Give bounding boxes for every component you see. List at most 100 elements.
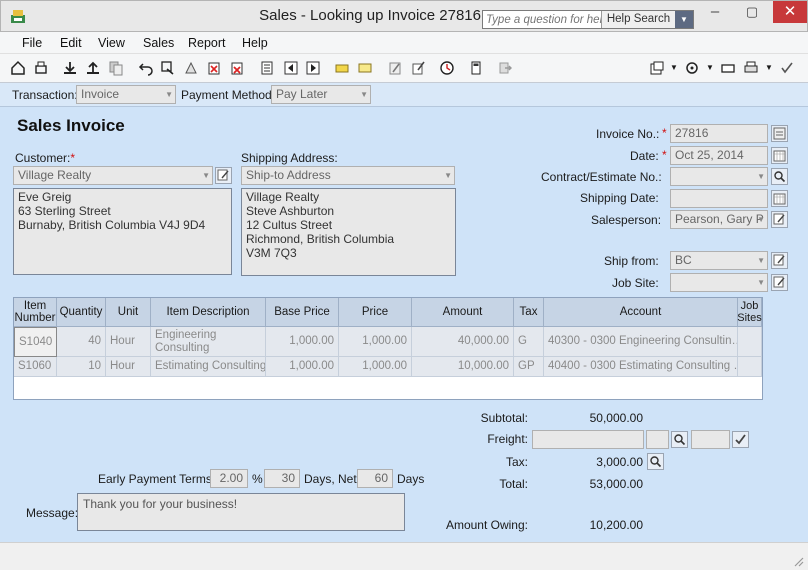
chevron-down-icon[interactable]: ▼ xyxy=(765,63,773,72)
column-header-base-price[interactable]: Base Price xyxy=(266,298,339,327)
quantity-cell[interactable]: 10 xyxy=(57,357,106,377)
item-number-cell[interactable]: S1040 xyxy=(14,327,57,357)
freight-tax-field[interactable] xyxy=(691,430,730,449)
help-search-button[interactable]: Help Search xyxy=(601,11,675,28)
message-field[interactable]: Thank you for your business! xyxy=(77,493,405,531)
account-cell[interactable]: 40400 - 0300 Estimating Consulting … xyxy=(544,357,738,377)
search-icon[interactable] xyxy=(771,168,788,185)
unit-cell[interactable]: Hour xyxy=(106,357,151,377)
tax-cell[interactable]: G xyxy=(514,327,544,357)
window-icon[interactable] xyxy=(648,59,666,77)
menu-sales[interactable]: Sales xyxy=(143,36,174,50)
restore-button[interactable]: ▢ xyxy=(737,1,767,23)
edit-job-site-icon[interactable] xyxy=(771,274,788,291)
job-sites-cell[interactable] xyxy=(738,357,762,377)
edit-salesperson-icon[interactable] xyxy=(771,211,788,228)
contract-estimate-select[interactable]: ▼ xyxy=(670,167,768,186)
save-icon[interactable] xyxy=(61,59,79,77)
checkmark-icon[interactable] xyxy=(778,59,796,77)
refresh-icon[interactable] xyxy=(683,59,701,77)
close-button[interactable]: ✕ xyxy=(773,1,807,23)
printer-icon[interactable] xyxy=(742,59,760,77)
recall-icon[interactable] xyxy=(159,59,177,77)
amount-cell[interactable]: 40,000.00 xyxy=(412,327,514,357)
calendar-icon[interactable] xyxy=(771,147,788,164)
chevron-down-icon[interactable]: ▼ xyxy=(675,11,693,28)
table-row[interactable]: S1040 40 Hour Engineering Consulting 1,0… xyxy=(14,327,762,357)
print-preview-icon[interactable] xyxy=(32,59,50,77)
date-field[interactable]: Oct 25, 2014 xyxy=(670,146,768,165)
job-site-select[interactable]: ▼ xyxy=(670,273,768,292)
column-header-job-sites[interactable]: Job Sites xyxy=(737,298,762,327)
salesperson-select[interactable]: Pearson, Gary P ▼ xyxy=(670,210,768,229)
freight-tax-code-field[interactable] xyxy=(646,430,669,449)
calculator-icon[interactable] xyxy=(467,59,485,77)
edit-customer-icon[interactable] xyxy=(215,167,232,184)
track-icon[interactable] xyxy=(182,59,200,77)
column-header-price[interactable]: Price xyxy=(339,298,412,327)
menu-file[interactable]: File xyxy=(22,36,42,50)
checkmark-icon[interactable] xyxy=(732,431,749,448)
ship-from-select[interactable]: BC ▼ xyxy=(670,251,768,270)
journal-icon[interactable] xyxy=(258,59,276,77)
item-number-cell[interactable]: S1060 xyxy=(14,357,57,377)
lookup-invoice-icon[interactable] xyxy=(771,125,788,142)
menu-report[interactable]: Report xyxy=(188,36,226,50)
edit-ship-from-icon[interactable] xyxy=(771,252,788,269)
previous-icon[interactable] xyxy=(282,59,300,77)
transaction-select[interactable]: Invoice ▼ xyxy=(76,85,176,104)
column-header-item-number[interactable]: Item Number xyxy=(14,298,57,327)
quantity-cell[interactable]: 40 xyxy=(57,327,106,357)
column-header-unit[interactable]: Unit xyxy=(106,298,151,327)
edit-icon[interactable] xyxy=(409,59,427,77)
tax-cell[interactable]: GP xyxy=(514,357,544,377)
next-icon[interactable] xyxy=(304,59,322,77)
base-price-cell[interactable]: 1,000.00 xyxy=(266,357,339,377)
home-icon[interactable] xyxy=(9,59,27,77)
resize-grip-icon[interactable] xyxy=(792,555,804,567)
calendar-icon[interactable] xyxy=(771,190,788,207)
help-question-input[interactable] xyxy=(483,11,601,28)
base-price-cell[interactable]: 1,000.00 xyxy=(266,327,339,357)
price-cell[interactable]: 1,000.00 xyxy=(339,357,412,377)
discount-percent-field[interactable]: 2.00 xyxy=(210,469,248,488)
payment-method-select[interactable]: Pay Later ▼ xyxy=(271,85,371,104)
time-icon[interactable] xyxy=(438,59,456,77)
column-header-tax[interactable]: Tax xyxy=(514,298,544,327)
upload-icon[interactable] xyxy=(84,59,102,77)
chevron-down-icon[interactable]: ▼ xyxy=(670,63,678,72)
menu-view[interactable]: View xyxy=(98,36,125,50)
job-sites-cell[interactable] xyxy=(738,327,762,357)
column-header-account[interactable]: Account xyxy=(544,298,738,327)
shipping-address-select[interactable]: Ship-to Address ▼ xyxy=(241,166,455,185)
net-days-field[interactable]: 60 xyxy=(357,469,393,488)
minimize-button[interactable]: – xyxy=(700,1,730,23)
amount-cell[interactable]: 10,000.00 xyxy=(412,357,514,377)
app-icon[interactable] xyxy=(9,7,27,28)
delete-icon[interactable] xyxy=(228,59,246,77)
email-icon[interactable] xyxy=(356,59,374,77)
description-cell[interactable]: Estimating Consulting xyxy=(151,357,266,377)
customer-address[interactable]: Eve Greig 63 Sterling Street Burnaby, Br… xyxy=(13,188,232,275)
export-icon[interactable] xyxy=(496,59,514,77)
remove-icon[interactable] xyxy=(205,59,223,77)
shipping-date-field[interactable] xyxy=(670,189,768,208)
invoice-no-field[interactable]: 27816 xyxy=(670,124,768,143)
menu-edit[interactable]: Edit xyxy=(60,36,82,50)
account-cell[interactable]: 40300 - 0300 Engineering Consultin… xyxy=(544,327,738,357)
column-header-amount[interactable]: Amount xyxy=(412,298,514,327)
search-icon[interactable] xyxy=(671,431,688,448)
undo-icon[interactable] xyxy=(137,59,155,77)
cards-icon[interactable] xyxy=(719,59,737,77)
chevron-down-icon[interactable]: ▼ xyxy=(706,63,714,72)
copy-icon[interactable] xyxy=(107,59,125,77)
discount-days-field[interactable]: 30 xyxy=(264,469,300,488)
freight-amount-field[interactable] xyxy=(532,430,644,449)
table-row[interactable]: S1060 10 Hour Estimating Consulting 1,00… xyxy=(14,357,762,377)
shipping-address[interactable]: Village Realty Steve Ashburton 12 Cultus… xyxy=(241,188,456,276)
customer-select[interactable]: Village Realty ▼ xyxy=(13,166,213,185)
description-cell[interactable]: Engineering Consulting xyxy=(151,327,266,357)
pencil-icon[interactable] xyxy=(386,59,404,77)
column-header-description[interactable]: Item Description xyxy=(151,298,266,327)
unit-cell[interactable]: Hour xyxy=(106,327,151,357)
